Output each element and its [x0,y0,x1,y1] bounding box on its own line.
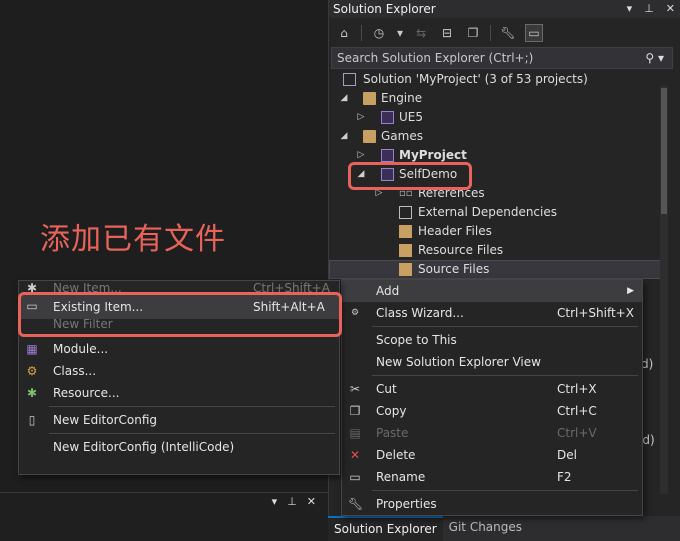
history-icon[interactable]: ◷ [370,24,388,42]
toolbar-separator [361,24,362,41]
highlight-box-existing-item [18,292,342,337]
panel-title-bar: Solution Explorer ▾ ⊥ ✕ [329,0,680,18]
tree-item-games[interactable]: ◢ Games [329,127,665,146]
filter-folder-icon [399,263,412,276]
menu-item-new-editorconfig[interactable]: ▯ New EditorConfig [19,409,339,431]
pin-icon[interactable]: ⊥ [287,495,297,508]
menu-separator [49,433,335,434]
menu-separator [372,375,638,376]
close-icon[interactable]: ✕ [307,495,316,508]
menu-item-module[interactable]: ▦ Module... [19,338,339,360]
rename-icon: ▭ [349,470,361,484]
dropdown-icon[interactable]: ▾ [627,0,633,18]
scrollbar-thumb[interactable] [661,88,667,214]
tree-item-header-files[interactable]: Header Files [329,222,665,241]
pin-icon[interactable]: ⊥ [644,0,654,18]
menu-item-new-editorconfig-intellicode[interactable]: New EditorConfig (IntelliCode) [19,436,339,458]
solution-icon [343,73,356,86]
search-placeholder: Search Solution Explorer (Ctrl+;) [337,51,534,65]
copy-icon: ❐ [349,404,361,418]
menu-separator [49,406,335,407]
tree-item-ue5[interactable]: ▷ UE5 [329,108,665,127]
menu-separator [372,326,638,327]
tab-git-changes[interactable]: Git Changes [443,516,528,541]
resource-icon: ✱ [26,386,38,400]
dropdown-icon[interactable]: ▾ [272,495,278,508]
vs-home-icon[interactable]: ⌂ [335,24,353,42]
search-input[interactable]: Search Solution Explorer (Ctrl+;) ⚲ ▾ [331,47,673,69]
menu-item-rename[interactable]: ▭ Rename F2 [342,466,642,488]
project-icon [381,149,394,162]
paste-icon: ▤ [349,426,361,440]
menu-item-class-wizard[interactable]: ⚙ Class Wizard... Ctrl+Shift+X [342,302,642,324]
menu-item-copy[interactable]: ❐ Copy Ctrl+C [342,400,642,422]
search-icon[interactable]: ⚲ ▾ [645,48,664,68]
module-icon: ▦ [26,342,38,356]
class-icon: ⚙ [26,364,38,378]
tree-item-external-dependencies[interactable]: External Dependencies [329,203,665,222]
panel-tabs: Solution Explorer Git Changes [328,516,680,541]
context-menu: Add ▶ ⚙ Class Wizard... Ctrl+Shift+X Sco… [341,279,643,516]
delete-x-icon: ✕ [349,448,361,462]
solution-explorer-toolbar: ⌂ ◷ ▾ ⇆ ⊟ ❐ 🔧︎ ▭ [329,19,680,46]
tab-solution-explorer[interactable]: Solution Explorer [328,516,443,541]
folder-icon [363,130,376,143]
tree-item-solution[interactable]: Solution 'MyProject' (3 of 53 projects) [329,70,665,89]
toolbar-separator [490,24,491,41]
collapse-all-icon[interactable]: ⊟ [438,24,456,42]
menu-item-delete[interactable]: ✕ Delete Del [342,444,642,466]
highlight-box-selfdemo [348,162,472,190]
panel-title: Solution Explorer [333,2,436,16]
wrench-icon: 🔧︎ [348,497,364,511]
sync-icon[interactable]: ⇆ [412,24,430,42]
menu-item-cut[interactable]: ✂ Cut Ctrl+X [342,378,642,400]
menu-item-resource[interactable]: ✱ Resource... [19,382,339,404]
copy-view-icon[interactable]: ❐ [464,24,482,42]
menu-item-scope-to-this[interactable]: Scope to This [342,329,642,351]
preview-selected-icon[interactable]: ▭ [525,23,543,42]
external-dependencies-icon [399,206,412,219]
file-icon: ▯ [28,413,36,427]
menu-item-paste[interactable]: ▤ Paste Ctrl+V [342,422,642,444]
collapsed-arrow-icon[interactable]: ▷ [356,108,366,127]
expanded-arrow-icon[interactable]: ◢ [339,89,349,108]
menu-item-properties[interactable]: 🔧︎ Properties [342,493,642,515]
menu-item-add[interactable]: Add ▶ [342,280,642,302]
menu-item-new-solution-explorer-view[interactable]: New Solution Explorer View [342,351,642,373]
tree-item-resource-files[interactable]: Resource Files [329,241,665,260]
filter-folder-icon [399,225,412,238]
close-icon[interactable]: ✕ [666,0,675,18]
scissors-icon: ✂ [349,382,361,396]
chevron-down-icon[interactable]: ▾ [396,24,404,42]
tree-item-engine[interactable]: ◢ Engine [329,89,665,108]
annotation-text: 添加已有文件 [40,222,226,257]
menu-separator [372,490,638,491]
class-wizard-icon: ⚙ [350,308,360,318]
filter-folder-icon [399,244,412,257]
bottom-panel-bar: ▾ ⊥ ✕ [0,492,328,541]
expanded-arrow-icon[interactable]: ◢ [339,127,349,146]
properties-wrench-icon[interactable]: 🔧︎ [499,24,517,42]
tree-item-source-files[interactable]: Source Files [329,260,665,279]
project-icon [381,111,394,124]
submenu-arrow-icon: ▶ [627,286,634,296]
folder-icon [363,92,376,105]
menu-item-class[interactable]: ⚙ Class... [19,360,339,382]
